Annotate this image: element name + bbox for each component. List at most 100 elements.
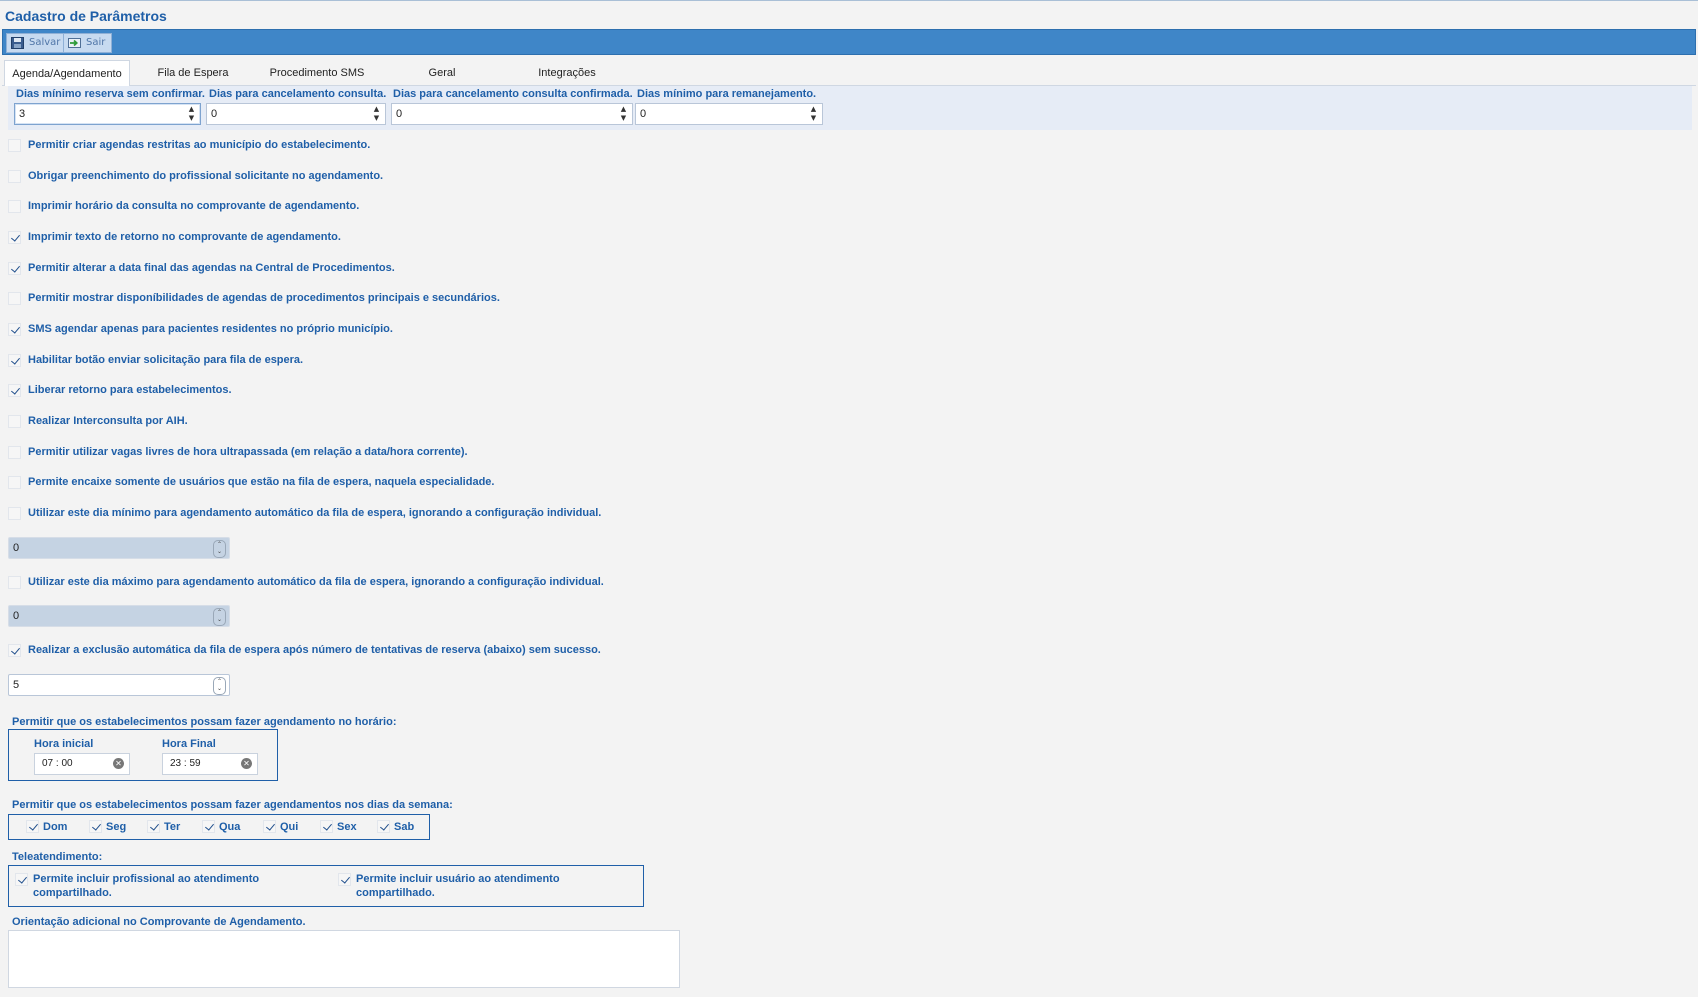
option-checkbox[interactable] [8, 323, 21, 336]
cancel-value: 0 [211, 108, 218, 120]
days-parameters-row: Dias mínimo reserva sem confirmar. 3 ▲ ▼ … [8, 86, 1692, 130]
option-checkbox[interactable] [8, 262, 21, 275]
orientation-textarea[interactable] [8, 930, 680, 988]
option-checkbox[interactable] [8, 415, 21, 428]
option-label: Obrigar preenchimento do profissional so… [28, 170, 384, 182]
weekday-label: Seg [106, 821, 127, 833]
stepper-arrows-icon[interactable]: ▲ ▼ [619, 105, 628, 123]
option-label: Permitir mostrar disponíbilidades de age… [28, 292, 500, 304]
agenda-panel: Dias mínimo reserva sem confirmar. 3 ▲ ▼ … [2, 86, 1696, 997]
option-label: Permite encaixe somente de usuários que … [28, 476, 495, 488]
relocation-value: 0 [640, 108, 647, 120]
auto-exclude-attempts-value: 5 [13, 679, 20, 691]
weekday-checkbox[interactable] [26, 820, 39, 833]
auto-min-day-stepper[interactable]: 0 ⌃ ⌄ [8, 537, 230, 559]
weekday-label: Dom [43, 821, 68, 833]
relocation-label: Dias mínimo para remanejamento. [637, 88, 817, 100]
end-hour-value: 23 : 59 [170, 758, 201, 769]
schedule-hours-label: Permitir que os estabelecimentos possam … [12, 716, 397, 728]
weekday-label: Ter [164, 821, 181, 833]
option-label: Permite incluir profissional ao atendime… [33, 873, 260, 885]
min-reserve-value: 3 [19, 108, 26, 120]
tab-bar: Agenda/Agendamento Fila de Espera Proced… [2, 59, 1696, 87]
weekday-checkbox[interactable] [320, 820, 333, 833]
exit-button-label: Sair [86, 37, 106, 48]
option-checkbox[interactable] [8, 139, 21, 152]
option-label: Permite incluir usuário ao atendimento [356, 873, 560, 885]
weekday-label: Sex [337, 821, 357, 833]
save-button[interactable]: Salvar [6, 33, 68, 53]
weekday-label: Qua [219, 821, 241, 833]
clear-icon[interactable]: ✕ [113, 758, 124, 769]
auto-exclude-attempts-stepper[interactable]: 5 ⌃ ⌄ [8, 674, 230, 696]
auto-max-day-stepper[interactable]: 0 ⌃ ⌄ [8, 605, 230, 627]
end-hour-field[interactable]: 23 : 59 ✕ [162, 753, 258, 775]
option-label: Permitir utilizar vagas livres de hora u… [28, 446, 468, 458]
option-include-user[interactable]: Permite incluir usuário ao atendimento c… [338, 872, 638, 902]
option-checkbox[interactable] [15, 873, 28, 886]
tab-geral[interactable]: Geral [402, 60, 482, 86]
tab-agenda-agendamento[interactable]: Agenda/Agendamento [4, 60, 130, 87]
weekday-checkbox[interactable] [147, 820, 160, 833]
option-label: Utilizar este dia máximo para agendament… [28, 576, 604, 588]
option-label: Habilitar botão enviar solicitação para … [28, 354, 304, 366]
cancel-label: Dias para cancelamento consulta. [209, 88, 387, 100]
option-checkbox[interactable] [8, 644, 21, 657]
tab-procedimento-sms[interactable]: Procedimento SMS [257, 60, 377, 86]
option-checkbox[interactable] [8, 200, 21, 213]
option-checkbox[interactable] [8, 384, 21, 397]
option-label: Realizar Interconsulta por AIH. [28, 415, 188, 427]
teleatendimento-group: Permite incluir profissional ao atendime… [8, 865, 644, 907]
option-checkbox[interactable] [8, 476, 21, 489]
min-reserve-label: Dias mínimo reserva sem confirmar. [16, 88, 205, 100]
start-hour-field[interactable]: 07 : 00 ✕ [34, 753, 130, 775]
toolbar: Salvar Sair [2, 29, 1696, 55]
option-include-professional[interactable]: Permite incluir profissional ao atendime… [15, 872, 315, 902]
stepper-arrows-icon[interactable]: ⌃ ⌄ [213, 677, 226, 695]
window-title: Cadastro de Parâmetros [5, 8, 167, 24]
option-checkbox[interactable] [8, 231, 21, 244]
option-label: Utilizar este dia mínimo para agendament… [28, 507, 602, 519]
option-checkbox[interactable] [8, 446, 21, 459]
option-checkbox[interactable] [338, 873, 351, 886]
cancel-stepper[interactable]: 0 ▲ ▼ [206, 103, 386, 125]
save-button-label: Salvar [29, 37, 61, 48]
weekday-checkbox[interactable] [89, 820, 102, 833]
option-label: Imprimir texto de retorno no comprovante… [28, 231, 341, 243]
option-checkbox[interactable] [8, 507, 21, 520]
start-hour-label: Hora inicial [34, 738, 94, 750]
stepper-arrows-icon[interactable]: ▲ ▼ [809, 105, 818, 123]
auto-min-day-value: 0 [13, 542, 20, 554]
option-checkbox[interactable] [8, 576, 21, 589]
schedule-hours-group: Hora inicial 07 : 00 ✕ Hora Final 23 : 5… [8, 729, 278, 781]
option-label-continued: compartilhado. [33, 887, 112, 899]
option-label-continued: compartilhado. [356, 887, 435, 899]
orientation-label: Orientação adicional no Comprovante de A… [12, 916, 306, 928]
cancel-confirmed-label: Dias para cancelamento consulta confirma… [393, 88, 633, 100]
exit-button[interactable]: Sair [63, 33, 113, 53]
cancel-confirmed-stepper[interactable]: 0 ▲ ▼ [391, 103, 633, 125]
weekdays-label: Permitir que os estabelecimentos possam … [12, 799, 453, 811]
stepper-arrows-icon[interactable]: ▲ ▼ [187, 105, 196, 123]
stepper-arrows-icon[interactable]: ⌃ ⌄ [213, 540, 226, 558]
option-checkbox[interactable] [8, 292, 21, 305]
stepper-arrows-icon[interactable]: ▲ ▼ [372, 105, 381, 123]
cancel-confirmed-value: 0 [396, 108, 403, 120]
weekdays-group: Dom Seg Ter Qua Qui Sex Sab [8, 814, 430, 840]
end-hour-label: Hora Final [162, 738, 216, 750]
option-checkbox[interactable] [8, 354, 21, 367]
weekday-checkbox[interactable] [263, 820, 276, 833]
weekday-checkbox[interactable] [202, 820, 215, 833]
stepper-arrows-icon[interactable]: ⌃ ⌄ [213, 608, 226, 626]
tab-integracoes[interactable]: Integrações [512, 60, 622, 86]
start-hour-value: 07 : 00 [42, 758, 73, 769]
tab-fila-de-espera[interactable]: Fila de Espera [142, 60, 244, 86]
weekday-checkbox[interactable] [377, 820, 390, 833]
clear-icon[interactable]: ✕ [241, 758, 252, 769]
relocation-stepper[interactable]: 0 ▲ ▼ [635, 103, 823, 125]
option-label: Imprimir horário da consulta no comprova… [28, 200, 360, 212]
option-checkbox[interactable] [8, 170, 21, 183]
weekday-label: Qui [280, 821, 299, 833]
min-reserve-stepper[interactable]: 3 ▲ ▼ [14, 103, 201, 125]
option-label: Permitir criar agendas restritas ao muni… [28, 139, 371, 151]
